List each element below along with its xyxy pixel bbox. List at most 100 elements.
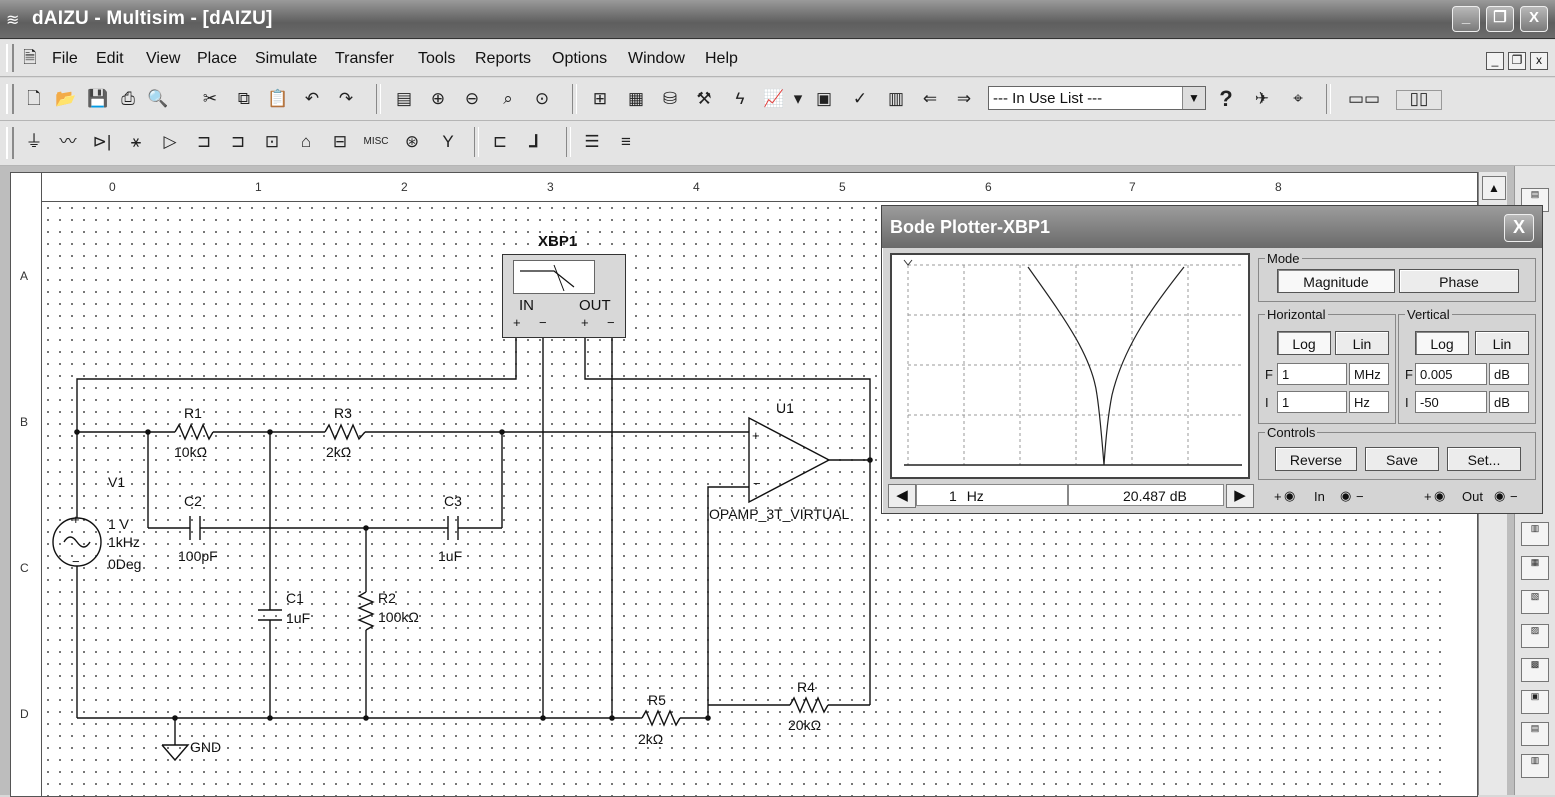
multisim-app-icon[interactable]: ≋ <box>6 10 19 30</box>
out-plus-terminal[interactable]: + <box>1424 489 1432 504</box>
r5-value[interactable]: 2kΩ <box>638 731 663 747</box>
menu-file[interactable]: File <box>52 50 78 68</box>
misc-digital-icon[interactable]: ⊡ <box>258 129 286 155</box>
print-preview-icon[interactable]: 🔍 <box>144 86 172 112</box>
phase-button[interactable]: Phase <box>1399 269 1519 293</box>
horizontal-final-unit[interactable]: MHz <box>1349 363 1389 385</box>
menu-options[interactable]: Options <box>552 50 607 68</box>
r1-value[interactable]: 10kΩ <box>174 444 207 460</box>
horizontal-initial-unit[interactable]: Hz <box>1349 391 1389 413</box>
misc-icon[interactable]: MISC <box>362 129 390 155</box>
mdi-close-button[interactable]: x <box>1530 52 1548 70</box>
v1-amplitude[interactable]: 1 V <box>108 516 129 532</box>
zoom-out-icon[interactable]: ⊖ <box>458 86 486 112</box>
analog-icon[interactable]: ▷ <box>156 129 184 155</box>
mixed-icon[interactable]: ⌂ <box>292 129 320 155</box>
logic-analyzer-icon[interactable]: ▣ <box>1521 690 1549 714</box>
r2-label[interactable]: R2 <box>378 590 396 606</box>
new-file-icon[interactable]: 🗋 <box>20 86 48 112</box>
wattmeter-instrument-icon[interactable]: ▥ <box>1521 522 1549 546</box>
rf-icon[interactable]: ⊛ <box>398 129 426 155</box>
instrument-panel-icon[interactable]: ▭▭ <box>1340 86 1388 112</box>
erc-icon[interactable]: ✓ <box>846 86 874 112</box>
frequency-counter-icon[interactable]: ▨ <box>1521 624 1549 648</box>
zoom-in-icon[interactable]: ⊕ <box>424 86 452 112</box>
electronics-workbench-icon[interactable]: ✈ <box>1248 86 1276 112</box>
redo-icon[interactable]: ↷ <box>332 86 360 112</box>
create-component-icon[interactable]: ⚒ <box>690 86 718 112</box>
c1-value[interactable]: 1uF <box>286 610 310 626</box>
menu-place[interactable]: Place <box>197 50 237 68</box>
set-button[interactable]: Set... <box>1447 447 1521 471</box>
xbp1-out-minus[interactable]: − <box>607 315 615 330</box>
v1-phase[interactable]: 0Deg <box>108 556 141 572</box>
menu-transfer[interactable]: Transfer <box>335 50 394 68</box>
r3-value[interactable]: 2kΩ <box>326 444 351 460</box>
zoom-area-icon[interactable]: ⌕ <box>494 86 522 112</box>
out-minus-terminal[interactable]: − <box>1510 489 1518 504</box>
document-menu-icon[interactable]: 🗎 <box>16 45 44 71</box>
basic-resistor-icon[interactable]: 〰 <box>54 129 82 155</box>
out-minus-terminal-icon[interactable]: ◉ <box>1494 488 1505 504</box>
chevron-down-icon[interactable]: ▼ <box>1182 87 1205 109</box>
indicator-icon[interactable]: ⊟ <box>326 129 354 155</box>
magnitude-button[interactable]: Magnitude <box>1277 269 1395 293</box>
horizontal-final-input[interactable]: 1 <box>1277 363 1347 385</box>
mdi-minimize-button[interactable]: _ <box>1486 52 1504 70</box>
ttl-icon[interactable]: ⊐ <box>190 129 218 155</box>
xbp1-instrument[interactable]: IN OUT + − + − <box>502 254 626 338</box>
cursor-right-icon[interactable]: ▶ <box>1226 484 1254 508</box>
r1-label[interactable]: R1 <box>184 405 202 421</box>
breadboard-icon[interactable]: ▥ <box>882 86 910 112</box>
logic-converter-icon[interactable]: ▤ <box>1521 722 1549 746</box>
mdi-restore-button[interactable]: ❐ <box>1508 52 1526 70</box>
r3-label[interactable]: R3 <box>334 405 352 421</box>
undo-icon[interactable]: ↶ <box>298 86 326 112</box>
cmos-icon[interactable]: ⊐ <box>224 129 252 155</box>
word-generator-icon[interactable]: ▩ <box>1521 658 1549 682</box>
menu-reports[interactable]: Reports <box>475 50 531 68</box>
scroll-up-icon[interactable]: ▲ <box>1482 176 1506 200</box>
postprocessor-icon[interactable]: ▣ <box>810 86 838 112</box>
bode-plot-display[interactable] <box>890 253 1250 479</box>
menu-tools[interactable]: Tools <box>418 50 455 68</box>
copy-icon[interactable]: ⧉ <box>230 86 258 112</box>
u1-label[interactable]: U1 <box>776 400 794 416</box>
reverse-button[interactable]: Reverse <box>1275 447 1357 471</box>
open-folder-icon[interactable]: 📂 <box>52 86 80 112</box>
zoom-fit-icon[interactable]: ⊙ <box>528 86 556 112</box>
xbp1-refdes[interactable]: XBP1 <box>538 233 577 250</box>
horizontal-initial-input[interactable]: 1 <box>1277 391 1347 413</box>
menu-view[interactable]: View <box>146 50 180 68</box>
menu-help[interactable]: Help <box>705 50 738 68</box>
oscilloscope-instrument-icon[interactable]: ▦ <box>1521 556 1549 580</box>
xbp1-in-minus[interactable]: − <box>539 315 547 330</box>
vertical-final-input[interactable]: 0.005 <box>1415 363 1487 385</box>
cursor-left-icon[interactable]: ◀ <box>888 484 916 508</box>
toolbar-grip[interactable] <box>6 127 14 159</box>
cut-icon[interactable]: ✂ <box>196 86 224 112</box>
v1-label[interactable]: V1 <box>108 474 125 490</box>
in-use-icon[interactable]: ☰ <box>578 129 606 155</box>
vertical-log-button[interactable]: Log <box>1415 331 1469 355</box>
transistor-icon[interactable]: ⚹ <box>122 129 150 155</box>
vertical-final-unit[interactable]: dB <box>1489 363 1529 385</box>
help-icon[interactable]: ? <box>1212 86 1240 112</box>
back-annotate-icon[interactable]: ⇐ <box>916 86 944 112</box>
vertical-lin-button[interactable]: Lin <box>1475 331 1529 355</box>
bode-title-bar[interactable]: Bode Plotter-XBP1 X <box>882 206 1542 248</box>
forward-annotate-icon[interactable]: ⇒ <box>950 86 978 112</box>
horizontal-log-button[interactable]: Log <box>1277 331 1331 355</box>
r4-label[interactable]: R4 <box>797 679 815 695</box>
electromechanical-icon[interactable]: Y <box>434 129 462 155</box>
grapher-dropdown-icon[interactable]: ▾ <box>784 86 812 112</box>
c3-value[interactable]: 1uF <box>438 548 462 564</box>
c1-label[interactable]: C1 <box>286 590 304 606</box>
save-button[interactable]: Save <box>1365 447 1439 471</box>
menu-simulate[interactable]: Simulate <box>255 50 317 68</box>
simulate-run-icon[interactable]: ϟ <box>726 86 754 112</box>
menubar-grip[interactable] <box>6 44 14 72</box>
bode-plotter-window[interactable]: Bode Plotter-XBP1 X ◀ 1 Hz 20.487 dB ▶ M… <box>881 205 1543 514</box>
print-icon[interactable]: ⎙ <box>114 86 142 112</box>
source-icon[interactable]: ⏚ <box>20 129 48 155</box>
